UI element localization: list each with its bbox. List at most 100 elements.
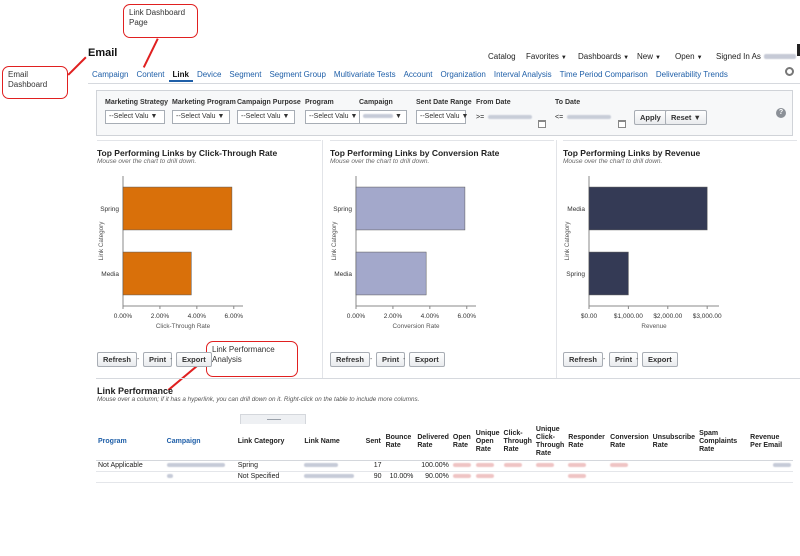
cell-program[interactable] [96,471,165,483]
tab-segment[interactable]: Segment [225,68,265,82]
category-label: Spring [100,206,119,213]
cell-link-name [302,460,364,472]
tab-link[interactable]: Link [168,68,193,82]
signed-in-as[interactable]: Signed In As [716,52,796,61]
cell-unique-open-rate [473,471,502,483]
dashboards-menu[interactable]: Dashboards ▼ [578,52,629,61]
header-unique-click-through-rate[interactable]: Unique Click-Through Rate [533,424,567,461]
export-button[interactable]: Export [409,352,445,367]
ctr-chart[interactable]: Spring Media 0.00% 2.00% 4.00% 6.00% Click-Thr… [97,171,321,346]
new-menu[interactable]: New ▼ [637,52,661,61]
cell-link-name [302,471,364,483]
tab-device[interactable]: Device [193,68,225,82]
chevron-down-icon: ▼ [394,113,402,120]
campaign-value [363,114,393,119]
campaign-purpose-select[interactable]: --Select Valu ▼ [237,110,295,124]
program-label: Program [305,99,334,106]
calendar-icon[interactable] [538,120,546,128]
from-date-label: From Date [476,99,511,106]
header-link-name[interactable]: Link Name [302,424,364,461]
help-icon[interactable]: ? [776,108,786,118]
export-button[interactable]: Export [642,352,678,367]
program-select[interactable]: --Select Valu ▼ [305,110,363,124]
column-sort-handle[interactable] [240,414,306,424]
bar [355,251,427,296]
header-open-rate[interactable]: Open Rate [450,424,474,461]
tab-content[interactable]: Content [132,68,168,82]
from-date-value [488,115,533,119]
header-spam-complaints-rate[interactable]: Spam Complaints Rate [697,424,749,461]
panel-divider [556,140,557,378]
tab-segment-group[interactable]: Segment Group [265,68,329,82]
header-click-through-rate[interactable]: Click-Through Rate [501,424,534,461]
sent-date-range-select[interactable]: --Select Valu ▼ [416,110,469,124]
cell-campaign[interactable] [164,471,236,483]
from-date-field[interactable]: >= [476,110,536,124]
reset-button[interactable]: Reset ▼ [665,110,707,125]
unique-open-rate-value [475,463,494,468]
conversion-chart[interactable]: Spring Media 0.00% 2.00% 4.00% 6.00% Conversio… [330,171,554,346]
header-unsubscribe-rate[interactable]: Unsubscribe Rate [650,424,698,461]
refresh-button[interactable]: Refresh [330,352,370,367]
cell-open-rate [450,460,474,472]
open-menu[interactable]: Open ▼ [675,52,703,61]
gear-icon[interactable] [785,67,794,76]
tab-account[interactable]: Account [400,68,437,82]
tick-label: $1,000.00 [614,313,643,320]
campaign-name [166,463,225,468]
conversion-chart-controls: Refresh - Print - Export [330,352,460,368]
category-label: Spring [333,206,352,213]
cell-link-category: Spring [235,460,303,472]
header-unique-open-rate[interactable]: Unique Open Rate [473,424,502,461]
calendar-icon[interactable] [618,120,626,128]
tab-time-period-comparison[interactable]: Time Period Comparison [556,68,652,82]
tab-campaign[interactable]: Campaign [88,68,132,82]
x-axis-label: Conversion Rate [393,323,440,330]
unique-click-through-rate-value [535,463,554,468]
performance-subtitle: Mouse over a column; if it has a hyperli… [97,396,420,403]
revenue-chart[interactable]: Media Spring $0.00 $1,000.00 $2,000.00 $3,000… [563,171,797,346]
refresh-button[interactable]: Refresh [563,352,603,367]
header-responder-rate[interactable]: Responder Rate [566,424,609,461]
print-button[interactable]: Print [609,352,639,367]
dashboard-tabs: Campaign Content Link Device Segment Seg… [88,68,732,82]
header-delivered-rate[interactable]: Delivered Rate [415,424,451,461]
cell-campaign[interactable] [164,460,236,472]
separator: - [170,356,173,363]
link-name [304,463,339,468]
marketing-strategy-select[interactable]: --Select Valu ▼ [105,110,165,124]
tab-interval-analysis[interactable]: Interval Analysis [490,68,556,82]
category-label: Media [567,206,585,213]
tab-organization[interactable]: Organization [436,68,489,82]
apply-button[interactable]: Apply [634,110,667,125]
responder-rate-value [568,474,587,479]
tick-label: $0.00 [581,313,598,320]
header-link-category[interactable]: Link Category [235,424,303,461]
header-bounce-rate[interactable]: Bounce Rate [383,424,416,461]
export-button[interactable]: Export [176,352,212,367]
conversion-chart-panel: Top Performing Links by Conversion Rate … [330,140,554,378]
favorites-menu[interactable]: Favorites ▼ [526,52,567,61]
category-label: Spring [566,271,585,278]
marketing-program-select[interactable]: --Select Valu ▼ [172,110,230,124]
header-sent[interactable]: Sent [363,424,384,461]
tab-multivariate-tests[interactable]: Multivariate Tests [330,68,400,82]
bar [588,251,629,296]
print-button[interactable]: Print [376,352,406,367]
x-axis-label: Click-Through Rate [156,323,211,330]
campaign-select[interactable]: ▼ [359,110,407,124]
chevron-down-icon: ▼ [461,113,469,120]
to-date-field[interactable]: <= [555,110,615,124]
cell-program[interactable]: Not Applicable [96,460,165,472]
x-axis-label: Revenue [641,323,667,330]
refresh-button[interactable]: Refresh [97,352,137,367]
tab-deliverability-trends[interactable]: Deliverability Trends [652,68,732,82]
header-conversion-rate[interactable]: Conversion Rate [608,424,651,461]
header-campaign[interactable]: Campaign [164,424,236,461]
header-program[interactable]: Program [96,424,165,461]
sent-date-range-label: Sent Date Range [416,99,472,106]
catalog-link[interactable]: Catalog [488,52,516,61]
header-revenue-per-email[interactable]: Revenue Per Email [748,424,793,461]
cell-revenue-per-email [748,471,793,483]
print-button[interactable]: Print [143,352,173,367]
